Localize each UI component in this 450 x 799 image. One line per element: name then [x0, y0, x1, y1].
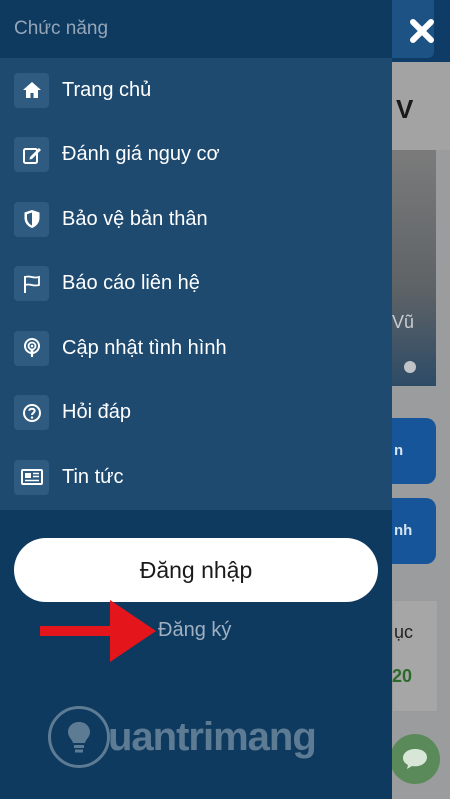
carousel-dot [404, 361, 416, 373]
menu-item-label: Trang chủ [62, 78, 152, 101]
shield-icon [14, 201, 49, 237]
menu-item-home[interactable]: Trang chủ [0, 58, 392, 123]
drawer-menu: Trang chủ Đánh giá nguy cơ Bảo vệ bản th… [0, 58, 392, 510]
close-icon [410, 19, 434, 43]
menu-item-label: Cập nhật tình hình [62, 336, 227, 359]
menu-item-situation-update[interactable]: Cập nhật tình hình [0, 316, 392, 381]
menu-item-self-protection[interactable]: Bảo vệ bản thân [0, 187, 392, 252]
menu-item-label: Báo cáo liên hệ [62, 272, 200, 295]
watermark: uantrimang [48, 706, 317, 768]
drawer-title: Chức năng [14, 18, 109, 39]
register-link[interactable]: Đăng ký [158, 619, 231, 642]
background-banner-caption: Vũ [392, 312, 415, 332]
lightbulb-logo-icon [48, 706, 110, 768]
chat-bubble-button [390, 734, 440, 784]
newspaper-icon [14, 459, 49, 495]
menu-item-faq[interactable]: Hỏi đáp [0, 381, 392, 446]
login-button[interactable]: Đăng nhập [14, 538, 378, 602]
watermark-text: uantrimang [108, 714, 317, 759]
chat-icon [403, 749, 427, 769]
menu-item-label: Bảo vệ bản thân [62, 207, 208, 230]
red-arrow-annotation [40, 600, 156, 662]
background-card-number: 20 [392, 666, 413, 686]
menu-item-report-contact[interactable]: Báo cáo liên hệ [0, 252, 392, 317]
background-button-2-label: nh [394, 522, 413, 539]
menu-item-label: Đánh giá nguy cơ [62, 143, 220, 166]
background-card-label: ục [394, 622, 414, 642]
close-drawer-button[interactable] [407, 16, 437, 46]
menu-item-risk-assessment[interactable]: Đánh giá nguy cơ [0, 123, 392, 188]
menu-item-news[interactable]: Tin tức [0, 445, 392, 510]
question-icon [14, 395, 49, 431]
broadcast-icon [14, 330, 49, 366]
menu-item-label: Hỏi đáp [62, 401, 131, 424]
background-banner [392, 150, 436, 386]
edit-icon [14, 137, 49, 173]
flag-icon [14, 266, 49, 302]
background-card [392, 600, 438, 712]
navigation-drawer: Chức năng Trang chủ Đánh giá nguy cơ Bảo… [0, 0, 392, 799]
background-heading: V [396, 94, 414, 124]
menu-item-label: Tin tức [62, 465, 124, 488]
home-icon [14, 72, 49, 108]
background-button-1-label: n [394, 442, 404, 459]
